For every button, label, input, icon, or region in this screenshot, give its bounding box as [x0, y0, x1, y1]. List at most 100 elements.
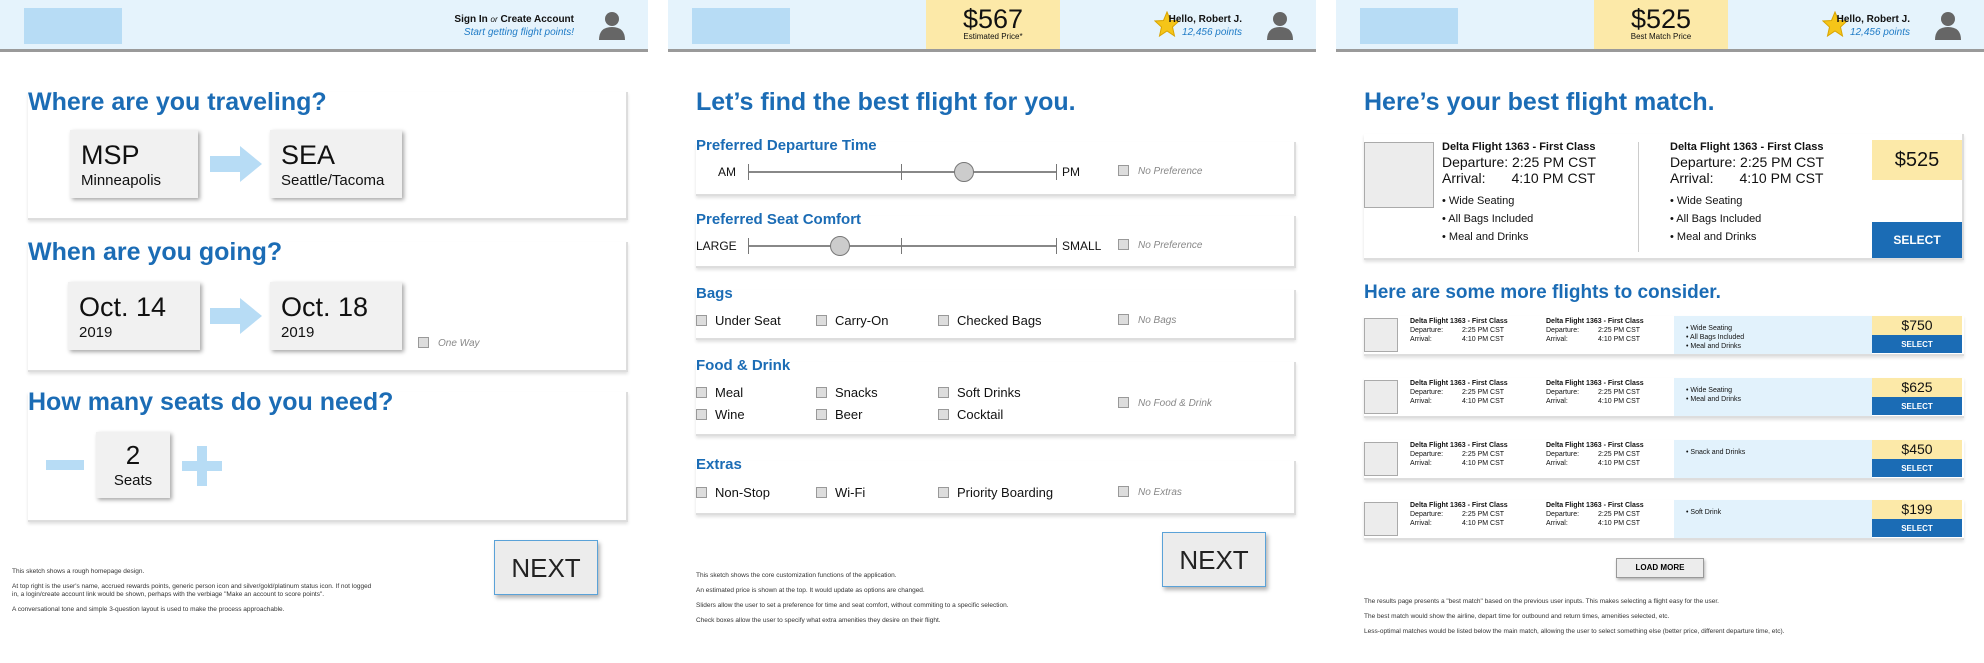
greeting[interactable]: Hello, Robert J. — [1837, 13, 1910, 26]
option-carry-on[interactable]: Carry-On — [816, 313, 888, 328]
return-date-card[interactable]: Oct. 18 2019 — [270, 282, 402, 350]
checkbox-icon[interactable] — [696, 387, 707, 399]
create-account-link[interactable]: Create Account — [500, 14, 574, 25]
comfort-min-label: LARGE — [696, 239, 737, 253]
select-button[interactable]: SELECT — [1872, 397, 1962, 415]
option-beer[interactable]: Beer — [816, 407, 862, 422]
option-label: Priority Boarding — [957, 485, 1054, 500]
airline-image — [1364, 142, 1434, 208]
slider-thumb[interactable] — [830, 236, 851, 256]
dep-time: 2:25 PM CST — [1462, 511, 1505, 518]
checkbox-icon[interactable] — [938, 487, 949, 499]
slider-thumb[interactable] — [953, 162, 974, 182]
load-more-button[interactable]: LOAD MORE — [1616, 558, 1704, 578]
flight-name: Delta Flight 1363 - First Class — [1670, 141, 1824, 153]
option-under-seat[interactable]: Under Seat — [696, 313, 781, 328]
option-checked-bags[interactable]: Checked Bags — [938, 313, 1042, 328]
next-button[interactable]: NEXT — [1162, 532, 1266, 587]
price-cell: $450 — [1872, 440, 1962, 459]
arr-label: Arrival: — [1410, 520, 1432, 527]
slider-tick — [748, 164, 749, 180]
checkbox-icon[interactable] — [1118, 238, 1129, 250]
checkbox-icon[interactable] — [418, 336, 429, 348]
avatar-icon[interactable] — [1266, 10, 1294, 40]
departure-slider[interactable]: AM PM — [696, 162, 1080, 182]
checkbox-icon[interactable] — [816, 387, 827, 399]
checkbox-icon[interactable] — [938, 387, 949, 399]
option-meal[interactable]: Meal — [696, 385, 743, 400]
outbound-flight: Delta Flight 1363 - First Class Departur… — [1410, 501, 1508, 528]
logo-placeholder[interactable] — [692, 8, 790, 44]
checkbox-icon[interactable] — [816, 409, 827, 421]
amenities-list: • Snack and Drinks — [1674, 440, 1872, 478]
logo-placeholder[interactable] — [24, 8, 122, 44]
checkbox-icon[interactable] — [1118, 485, 1129, 497]
option-label: Checked Bags — [957, 313, 1042, 328]
points-promo: Start getting flight points! — [463, 27, 574, 38]
checkbox-icon[interactable] — [1118, 313, 1129, 325]
amenity: • Wide Seating — [1670, 195, 1743, 207]
no-preference-label: No Preference — [1138, 240, 1203, 251]
header-bar: $567 Estimated Price* Hello, Robert J. 1… — [668, 0, 1316, 52]
option-wine[interactable]: Wine — [696, 407, 745, 422]
destination-card[interactable]: SEA Seattle/Tacoma — [270, 130, 402, 198]
avatar-icon[interactable] — [1934, 10, 1962, 40]
amenities-list: • Wide Seating • All Bags Included • Mea… — [1442, 192, 1533, 246]
no-bags-checkbox[interactable]: No Bags — [1118, 313, 1176, 326]
return-date: Oct. 18 — [281, 292, 369, 322]
option-cocktail[interactable]: Cocktail — [938, 407, 1003, 422]
comfort-slider[interactable]: LARGE SMALL — [696, 236, 1101, 256]
amenities-list: • Wide Seating • All Bags Included • Mea… — [1674, 316, 1872, 354]
option-snacks[interactable]: Snacks — [816, 385, 878, 400]
avatar-icon[interactable] — [598, 10, 626, 40]
checkbox-icon[interactable] — [696, 409, 707, 421]
option-non-stop[interactable]: Non-Stop — [696, 485, 770, 500]
minus-icon[interactable] — [46, 460, 84, 470]
departure-no-preference[interactable]: No Preference — [1118, 164, 1202, 177]
flight-name: Delta Flight 1363 - First Class — [1442, 141, 1596, 153]
logo-placeholder[interactable] — [1360, 8, 1458, 44]
option-label: Carry-On — [835, 313, 889, 328]
points: 12,456 points — [1181, 27, 1242, 38]
best-price-cell: $525 — [1872, 140, 1962, 180]
depart-date-card[interactable]: Oct. 14 2019 — [68, 282, 200, 350]
amenity: • Soft Drink — [1686, 509, 1722, 516]
no-food-checkbox[interactable]: No Food & Drink — [1118, 396, 1212, 409]
option-soft-drinks[interactable]: Soft Drinks — [938, 385, 1021, 400]
plus-icon[interactable] — [182, 446, 222, 486]
select-button[interactable]: SELECT — [1872, 222, 1962, 258]
origin-card[interactable]: MSP Minneapolis — [70, 130, 198, 198]
dep-label: Departure: — [1442, 154, 1509, 170]
select-button[interactable]: SELECT — [1872, 459, 1962, 477]
note: This sketch shows the core customization… — [696, 572, 897, 579]
amenity: • All Bags Included — [1670, 213, 1762, 225]
select-button[interactable]: SELECT — [1872, 335, 1962, 353]
next-button[interactable]: NEXT — [494, 540, 598, 595]
outbound-flight: Delta Flight 1363 - First Class Departur… — [1410, 317, 1508, 344]
checkbox-icon[interactable] — [938, 409, 949, 421]
dep-label: Departure: — [1546, 451, 1580, 458]
sign-in-link[interactable]: Sign In — [454, 14, 487, 25]
arrow-right-icon — [210, 146, 262, 182]
option-wifi[interactable]: Wi-Fi — [816, 485, 865, 500]
arr-time: 4:10 PM CST — [1598, 460, 1641, 467]
arr-label: Arrival: — [1546, 398, 1568, 405]
option-priority-boarding[interactable]: Priority Boarding — [938, 485, 1053, 500]
amenity: • Wide Seating — [1686, 325, 1733, 332]
checkbox-icon[interactable] — [1118, 396, 1129, 408]
one-way-checkbox[interactable]: One Way — [418, 336, 480, 349]
checkbox-icon[interactable] — [696, 315, 707, 327]
greeting[interactable]: Hello, Robert J. — [1169, 13, 1242, 26]
checkbox-icon[interactable] — [816, 487, 827, 499]
flight-price: $199 — [1901, 501, 1933, 517]
best-price-label: Best Match Price — [1630, 32, 1692, 41]
select-button[interactable]: SELECT — [1872, 519, 1962, 537]
checkbox-icon[interactable] — [696, 487, 707, 499]
option-label: Under Seat — [715, 313, 781, 328]
checkbox-icon[interactable] — [1118, 164, 1129, 176]
comfort-no-preference[interactable]: No Preference — [1118, 238, 1203, 251]
no-extras-checkbox[interactable]: No Extras — [1118, 485, 1182, 498]
checkbox-icon[interactable] — [938, 315, 949, 327]
arr-label: Arrival: — [1410, 336, 1432, 343]
checkbox-icon[interactable] — [816, 315, 827, 327]
